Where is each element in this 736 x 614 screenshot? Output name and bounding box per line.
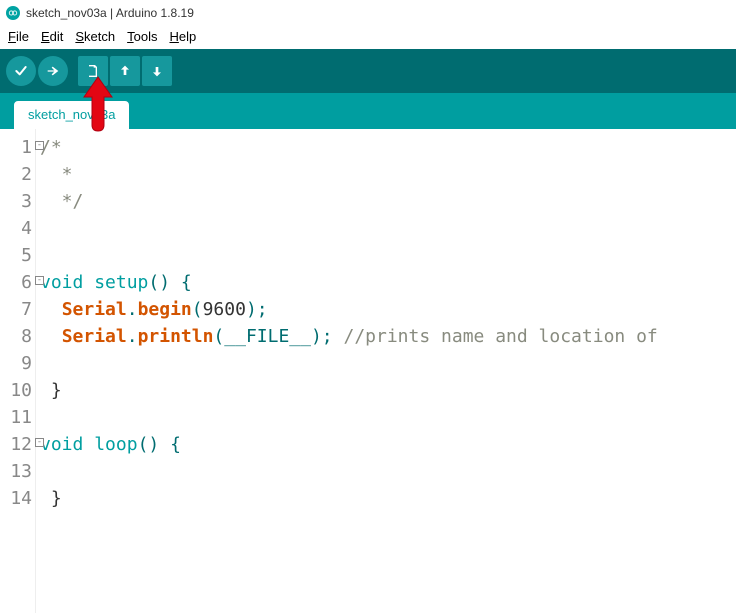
- code-token: (: [192, 299, 203, 320]
- menu-tools[interactable]: Tools: [123, 28, 161, 45]
- code-token: void: [40, 434, 83, 455]
- code-token: () {: [138, 434, 181, 455]
- tab-label: sketch_nov03a: [28, 107, 115, 122]
- line-number: 4: [0, 215, 35, 242]
- code-line[interactable]: [36, 404, 736, 431]
- line-number: 3: [0, 188, 35, 215]
- code-token: [83, 434, 94, 455]
- code-line[interactable]: Serial.begin(9600);: [36, 296, 736, 323]
- menu-help[interactable]: Help: [165, 28, 200, 45]
- code-editor[interactable]: 1-23456-789101112-1314 /* * */ void setup…: [0, 129, 736, 613]
- line-number: 2: [0, 161, 35, 188]
- code-token: );: [311, 326, 344, 347]
- code-line[interactable]: /*: [36, 134, 736, 161]
- code-area[interactable]: /* * */void setup() { Serial.begin(9600)…: [36, 129, 736, 613]
- code-line[interactable]: }: [36, 485, 736, 512]
- line-number: 13: [0, 458, 35, 485]
- code-line[interactable]: Serial.println(__FILE__); //prints name …: [36, 323, 736, 350]
- code-line[interactable]: }: [36, 377, 736, 404]
- code-token: .: [127, 299, 138, 320]
- menu-sketch[interactable]: Sketch: [71, 28, 119, 45]
- line-number: 5: [0, 242, 35, 269]
- code-line[interactable]: [36, 458, 736, 485]
- active-sketch-tab[interactable]: sketch_nov03a: [14, 101, 129, 129]
- code-line[interactable]: [36, 242, 736, 269]
- fold-toggle-icon[interactable]: -: [35, 438, 44, 447]
- menu-bar: File Edit Sketch Tools Help: [0, 26, 736, 49]
- code-token: 9600: [203, 299, 246, 320]
- code-token: );: [246, 299, 268, 320]
- sketch-tab-strip: sketch_nov03a: [0, 93, 736, 129]
- menu-file[interactable]: File: [4, 28, 33, 45]
- code-token: .: [127, 326, 138, 347]
- fold-toggle-icon[interactable]: -: [35, 276, 44, 285]
- line-number: 9: [0, 350, 35, 377]
- code-token: */: [40, 191, 83, 212]
- new-sketch-button[interactable]: [78, 56, 108, 86]
- code-token: Serial: [62, 299, 127, 320]
- verify-button[interactable]: [6, 56, 36, 86]
- line-number: 8: [0, 323, 35, 350]
- line-number: 11: [0, 404, 35, 431]
- code-token: //prints name and location of: [343, 326, 657, 347]
- line-number: 12-: [0, 431, 35, 458]
- code-token: setup: [94, 272, 148, 293]
- line-number: 1-: [0, 134, 35, 161]
- code-line[interactable]: */: [36, 188, 736, 215]
- code-token: loop: [94, 434, 137, 455]
- line-number: 10: [0, 377, 35, 404]
- open-sketch-button[interactable]: [110, 56, 140, 86]
- menu-edit[interactable]: Edit: [37, 28, 67, 45]
- upload-button[interactable]: [38, 56, 68, 86]
- code-line[interactable]: [36, 350, 736, 377]
- line-number: 6-: [0, 269, 35, 296]
- code-token: Serial: [62, 326, 127, 347]
- code-token: () {: [148, 272, 191, 293]
- code-token: *: [40, 164, 73, 185]
- code-token: (: [213, 326, 224, 347]
- code-token: }: [40, 488, 62, 509]
- code-line[interactable]: [36, 215, 736, 242]
- window-title-bar: sketch_nov03a | Arduino 1.8.19: [0, 0, 736, 26]
- save-sketch-button[interactable]: [142, 56, 172, 86]
- code-token: [40, 326, 62, 347]
- line-number: 7: [0, 296, 35, 323]
- code-token: void: [40, 272, 83, 293]
- toolbar: [0, 49, 736, 93]
- code-line[interactable]: void setup() {: [36, 269, 736, 296]
- line-number: 14: [0, 485, 35, 512]
- code-line[interactable]: *: [36, 161, 736, 188]
- arduino-app-icon: [6, 6, 20, 20]
- fold-toggle-icon[interactable]: -: [35, 141, 44, 150]
- code-token: begin: [138, 299, 192, 320]
- code-token: __FILE__: [224, 326, 311, 347]
- code-token: [40, 299, 62, 320]
- code-token: println: [138, 326, 214, 347]
- window-title: sketch_nov03a | Arduino 1.8.19: [26, 6, 194, 20]
- code-line[interactable]: void loop() {: [36, 431, 736, 458]
- code-token: [83, 272, 94, 293]
- code-token: }: [40, 380, 62, 401]
- line-number-gutter: 1-23456-789101112-1314: [0, 129, 36, 613]
